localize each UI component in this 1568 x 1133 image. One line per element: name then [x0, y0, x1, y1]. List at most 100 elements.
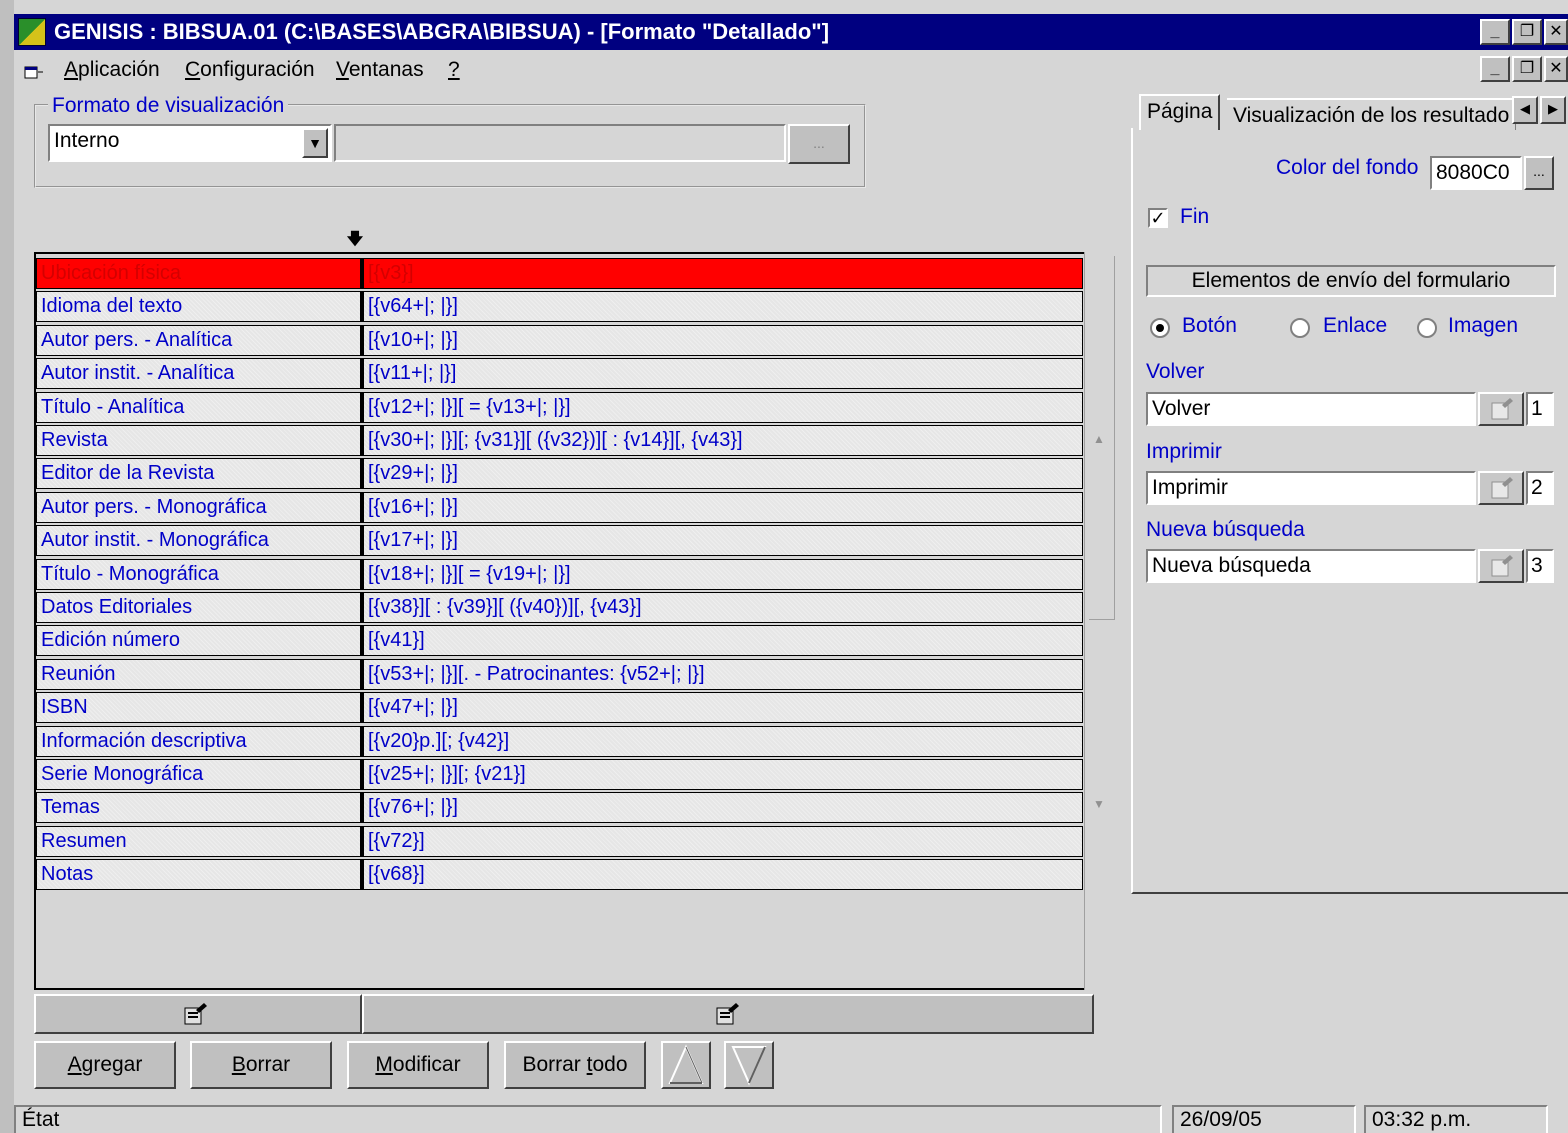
- bg-color-browse-button[interactable]: ...: [1524, 156, 1554, 190]
- field-name-cell[interactable]: Serie Monográfica: [36, 759, 361, 790]
- field-format-cell[interactable]: [{v72}]: [361, 825, 1083, 857]
- table-row[interactable]: Edición número [{v41}]: [36, 625, 1084, 658]
- table-row[interactable]: Título - Monográfica [{v18+|; |}][ = {v19…: [36, 558, 1084, 592]
- field-format-cell[interactable]: [{v10+|; |}]: [361, 324, 1083, 356]
- radio-boton[interactable]: [1150, 318, 1170, 338]
- volver-field[interactable]: Volver: [1146, 392, 1476, 426]
- radio-enlace[interactable]: [1290, 318, 1310, 338]
- scroll-down-icon[interactable]: ▼: [1093, 797, 1105, 811]
- child-restore-icon[interactable]: ❐: [1512, 56, 1542, 82]
- table-row[interactable]: Autor pers. - Monográfica [{v16+|; |}]: [36, 491, 1084, 525]
- imprimir-image-button[interactable]: [1478, 471, 1524, 505]
- field-name-cell[interactable]: Edición número: [36, 625, 361, 657]
- table-row[interactable]: Información descriptiva [{v20}p.][; {v42}…: [36, 725, 1084, 759]
- field-format-cell[interactable]: [{v25+|; |}][; {v21}]: [361, 759, 1083, 790]
- field-name-cell[interactable]: Autor instit. - Monográfica: [36, 525, 361, 557]
- borrar-todo-button[interactable]: Borrar todo: [504, 1041, 646, 1089]
- field-name-cell[interactable]: Autor pers. - Monográfica: [36, 491, 361, 523]
- field-format-cell[interactable]: [{v47+|; |}]: [361, 692, 1083, 724]
- scroll-up-icon[interactable]: ▲: [1093, 432, 1105, 446]
- table-row[interactable]: ISBN [{v47+|; |}]: [36, 692, 1084, 725]
- field-format-cell[interactable]: [{v11+|; |}]: [361, 358, 1083, 390]
- table-row[interactable]: Título - Analítica [{v12+|; |}][ = {v13+|…: [36, 391, 1084, 425]
- table-row[interactable]: Notas [{v68}]: [36, 859, 1084, 892]
- field-format-cell[interactable]: [{v17+|; |}]: [361, 525, 1083, 557]
- child-minimize-icon[interactable]: _: [1480, 56, 1510, 82]
- field-format-cell[interactable]: [{v29+|; |}]: [361, 458, 1083, 490]
- nueva-busqueda-image-button[interactable]: [1478, 549, 1524, 583]
- fin-checkbox[interactable]: ✓: [1148, 208, 1168, 228]
- table-row[interactable]: Temas [{v76+|; |}]: [36, 792, 1084, 825]
- agregar-button[interactable]: Agregar: [34, 1041, 176, 1089]
- menu-configuracion[interactable]: Configuración: [185, 58, 315, 82]
- field-format-cell[interactable]: [{v3}]: [361, 258, 1083, 289]
- tab-pagina[interactable]: Página: [1139, 94, 1221, 130]
- field-column-edit-button[interactable]: [34, 994, 362, 1034]
- field-format-cell[interactable]: [{v38}][ : {v39}][ ({v40})][, {v43}]: [361, 592, 1083, 623]
- field-format-cell[interactable]: [{v12+|; |}][ = {v13+|; |}]: [361, 391, 1083, 423]
- menu-help[interactable]: ?: [448, 58, 460, 82]
- field-name-cell[interactable]: Autor instit. - Analítica: [36, 358, 361, 390]
- table-row[interactable]: Reunión [{v53+|; |}][. - Patrocinantes: {…: [36, 658, 1084, 692]
- field-name-cell[interactable]: Autor pers. - Analítica: [36, 324, 361, 356]
- format-browse-button[interactable]: ...: [788, 124, 850, 164]
- table-row[interactable]: Idioma del texto [{v64+|; |}]: [36, 291, 1084, 324]
- borrar-button[interactable]: Borrar: [190, 1041, 332, 1089]
- table-row[interactable]: Autor pers. - Analítica [{v10+|; |}]: [36, 324, 1084, 358]
- tab-scroll-left-icon[interactable]: ◀: [1512, 96, 1538, 124]
- table-row[interactable]: Editor de la Revista [{v29+|; |}]: [36, 458, 1084, 491]
- table-row[interactable]: Autor instit. - Monográfica [{v17+|; |}]: [36, 525, 1084, 558]
- close-icon[interactable]: ✕: [1544, 19, 1568, 45]
- field-name-cell[interactable]: Título - Analítica: [36, 391, 361, 423]
- radio-imagen[interactable]: [1417, 318, 1437, 338]
- chevron-down-icon[interactable]: ▼: [302, 128, 328, 158]
- minimize-icon[interactable]: _: [1480, 19, 1510, 45]
- imprimir-order-field[interactable]: 2: [1526, 471, 1554, 505]
- field-format-cell[interactable]: [{v64+|; |}]: [361, 291, 1083, 323]
- volver-image-button[interactable]: [1478, 392, 1524, 426]
- volver-order-field[interactable]: 1: [1526, 392, 1554, 426]
- field-name-cell[interactable]: Título - Monográfica: [36, 558, 361, 590]
- nueva-busqueda-order-field[interactable]: 3: [1526, 549, 1554, 583]
- field-format-cell[interactable]: [{v16+|; |}]: [361, 491, 1083, 523]
- bg-color-field[interactable]: 8080C0: [1430, 156, 1522, 190]
- field-format-cell[interactable]: [{v20}p.][; {v42}]: [361, 725, 1083, 757]
- format-select[interactable]: Interno ▼: [48, 124, 332, 162]
- field-format-cell[interactable]: [{v30+|; |}][; {v31}][ ({v32})][ : {v14}…: [361, 425, 1083, 456]
- field-name-cell[interactable]: Editor de la Revista: [36, 458, 361, 490]
- move-down-button[interactable]: [724, 1041, 774, 1089]
- table-row[interactable]: Ubicación física [{v3}]: [36, 258, 1084, 291]
- nueva-busqueda-field[interactable]: Nueva búsqueda: [1146, 549, 1476, 583]
- field-name-cell[interactable]: Reunión: [36, 658, 361, 690]
- tab-visualizacion[interactable]: Visualización de los resultado: [1227, 98, 1517, 130]
- field-format-cell[interactable]: [{v41}]: [361, 625, 1083, 657]
- field-name-cell[interactable]: ISBN: [36, 692, 361, 724]
- field-name-cell[interactable]: Resumen: [36, 825, 361, 857]
- move-up-button[interactable]: [661, 1041, 711, 1089]
- field-name-cell[interactable]: Ubicación física: [36, 258, 361, 289]
- field-name-cell[interactable]: Notas: [36, 859, 361, 891]
- menu-ventanas[interactable]: Ventanas: [336, 58, 424, 82]
- format-column-edit-button[interactable]: [362, 994, 1094, 1034]
- field-name-cell[interactable]: Idioma del texto: [36, 291, 361, 323]
- field-name-cell[interactable]: Datos Editoriales: [36, 592, 361, 623]
- imprimir-field[interactable]: Imprimir: [1146, 471, 1476, 505]
- menu-aplicacion[interactable]: Aplicación: [64, 58, 160, 82]
- table-row[interactable]: Serie Monográfica [{v25+|; |}][; {v21}]: [36, 759, 1084, 792]
- grid-scrollbar[interactable]: ▲ ▼: [1084, 252, 1116, 990]
- field-name-cell[interactable]: Revista: [36, 425, 361, 456]
- field-format-cell[interactable]: [{v76+|; |}]: [361, 792, 1083, 824]
- field-format-cell[interactable]: [{v68}]: [361, 859, 1083, 891]
- table-row[interactable]: Revista [{v30+|; |}][; {v31}][ ({v32})][ …: [36, 425, 1084, 458]
- format-path-field[interactable]: [334, 124, 786, 162]
- field-name-cell[interactable]: Información descriptiva: [36, 725, 361, 757]
- field-name-cell[interactable]: Temas: [36, 792, 361, 824]
- child-close-icon[interactable]: ✕: [1544, 56, 1568, 82]
- tab-scroll-right-icon[interactable]: ▶: [1540, 96, 1566, 124]
- restore-icon[interactable]: ❐: [1512, 19, 1542, 45]
- table-row[interactable]: Autor instit. - Analítica [{v11+|; |}]: [36, 358, 1084, 391]
- modificar-button[interactable]: Modificar: [347, 1041, 489, 1089]
- table-row[interactable]: Datos Editoriales [{v38}][ : {v39}][ ({v4…: [36, 592, 1084, 625]
- field-format-cell[interactable]: [{v53+|; |}][. - Patrocinantes: {v52+|; …: [361, 658, 1083, 690]
- field-format-cell[interactable]: [{v18+|; |}][ = {v19+|; |}]: [361, 558, 1083, 590]
